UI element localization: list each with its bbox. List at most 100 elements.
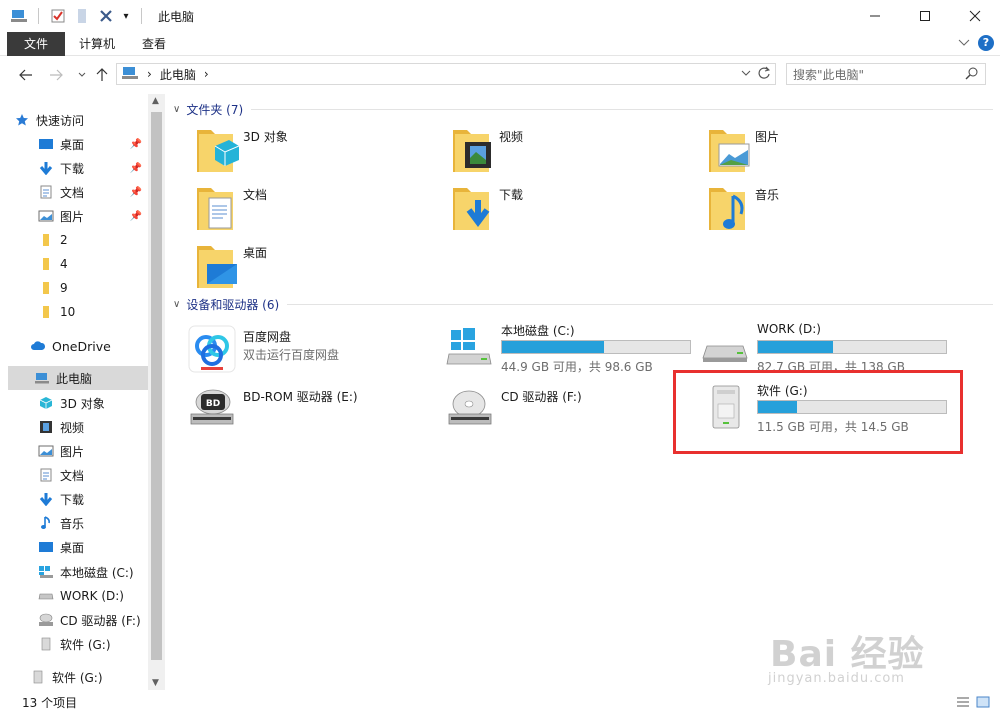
sidebar-item-label: 快速访问 [36,113,85,128]
back-button[interactable] [16,65,36,85]
refresh-icon[interactable] [757,66,771,83]
sidebar-item-drive-d[interactable]: WORK (D:) [38,584,148,608]
pin-icon[interactable]: 📌 [130,139,142,150]
device-drive-f[interactable]: CD 驱动器 (F:) [445,384,685,442]
scrollbar-thumb[interactable] [151,112,162,660]
tab-view[interactable]: 查看 [128,32,180,56]
close-button[interactable] [950,0,1000,32]
sidebar-item-label: 本地磁盘 (C:) [60,565,134,580]
device-drive-e[interactable]: BD BD-ROM 驱动器 (E:) [187,384,427,442]
breadcrumb: › 此电脑 › [147,66,209,83]
tab-file[interactable]: 文件 [7,32,65,56]
sidebar-item-pictures[interactable]: 图片 📌 [38,204,148,228]
search-input[interactable]: 搜索"此电脑" [786,63,986,85]
recent-locations-chevron-icon[interactable] [72,65,92,85]
address-bar[interactable]: › 此电脑 › [116,63,776,85]
pin-icon[interactable]: 📌 [130,211,142,222]
maximize-button[interactable] [900,0,950,32]
breadcrumb-separator-icon[interactable]: › [204,67,209,81]
breadcrumb-this-pc[interactable]: 此电脑 [160,66,196,83]
sidebar-item-drive-g[interactable]: 软件 (G:) [38,632,148,656]
address-history-chevron-icon[interactable] [741,66,751,83]
toolbar-divider [38,8,39,24]
sidebar-item-this-pc[interactable]: 此电脑 [8,366,148,390]
up-button[interactable] [92,65,112,85]
folder-documents[interactable]: 文档 [195,182,445,236]
folder-videos[interactable]: 视频 [451,124,701,178]
window-title: 此电脑 [158,9,195,24]
customize-toolbar-dropdown[interactable]: ▾ [121,7,131,25]
sidebar-item-desktop[interactable]: 桌面 📌 [38,132,148,156]
cd-drive-icon [38,612,54,628]
properties-icon[interactable] [49,7,67,25]
cloud-icon [30,338,46,354]
breadcrumb-separator-icon[interactable]: › [147,67,152,81]
film-icon [38,419,54,435]
device-drive-c[interactable]: 本地磁盘 (C:) 44.9 GB 可用，共 98.6 GB [445,322,695,380]
tab-computer[interactable]: 计算机 [66,32,128,56]
this-pc-icon [121,66,139,83]
folder-desktop[interactable]: 桌面 [195,240,445,294]
sidebar-item-folder-2[interactable]: 2 [38,228,148,252]
collapse-chevron-icon[interactable]: ∨ [173,299,180,310]
sidebar-item-desktop-pc[interactable]: 桌面 [38,535,148,559]
sidebar-item-folder-4[interactable]: 4 [38,252,148,276]
sidebar-item-folder-9[interactable]: 9 [38,276,148,300]
scroll-down-icon[interactable]: ▼ [152,678,159,688]
pin-icon[interactable]: 📌 [130,187,142,198]
sidebar-scrollbar[interactable]: ▲ ▼ [148,94,165,690]
sidebar-item-folder-10[interactable]: 10 [38,300,148,324]
forward-button[interactable] [46,65,66,85]
removable-drive-icon [38,636,54,652]
group-header-devices[interactable]: ∨ 设备和驱动器 (6) [173,295,993,313]
scroll-up-icon[interactable]: ▲ [152,96,159,106]
new-folder-icon[interactable] [73,7,91,25]
sidebar-item-drive-g-root[interactable]: 软件 (G:) [30,665,148,689]
sidebar-item-label: 下载 [60,161,85,176]
view-switcher [956,696,990,711]
search-icon[interactable] [965,66,979,83]
baidu-jingyan-watermark: Bai 经验 jingyan.baidu.com [760,605,960,695]
large-icons-view-icon[interactable] [976,696,990,711]
folder-3d-objects[interactable]: 3D 对象 [195,124,445,178]
sidebar-item-3d-objects[interactable]: 3D 对象 [38,391,148,415]
folder-pictures[interactable]: 图片 [707,124,957,178]
help-button[interactable]: ? [978,35,994,51]
sidebar-item-drive-f[interactable]: CD 驱动器 (F:) [38,608,148,632]
windows-drive-icon [446,328,492,365]
sidebar-item-music[interactable]: 音乐 [38,511,148,535]
sidebar-item-documents-pc[interactable]: 文档 [38,463,148,487]
bd-drive-icon: BD [190,389,234,425]
sidebar-item-label: 10 [60,305,76,319]
ribbon-controls: ? [958,35,994,51]
sidebar-item-downloads[interactable]: 下载 📌 [38,156,148,180]
sidebar-item-downloads-pc[interactable]: 下载 [38,487,148,511]
group-header-folders[interactable]: ∨ 文件夹 (7) [173,100,993,118]
star-icon [14,112,30,128]
collapse-chevron-icon[interactable]: ∨ [173,104,180,115]
device-baidu-netdisk[interactable]: 百度网盘 双击运行百度网盘 [187,324,427,382]
sidebar-item-videos[interactable]: 视频 [38,415,148,439]
pin-icon[interactable]: 📌 [130,163,142,174]
sidebar-item-label: 文档 [60,468,85,483]
sidebar-item-label: 视频 [60,420,85,435]
watermark-brand: Bai 经验 [770,634,925,675]
sidebar-item-documents[interactable]: 文档 📌 [38,180,148,204]
details-view-icon[interactable] [956,696,970,711]
folder-downloads[interactable]: 下载 [451,182,701,236]
delete-icon[interactable] [97,7,115,25]
sidebar-item-pictures-pc[interactable]: 图片 [38,439,148,463]
expand-ribbon-chevron-icon[interactable] [958,36,970,50]
minimize-button[interactable] [850,0,900,32]
picture-icon [38,208,54,224]
sidebar-item-onedrive[interactable]: OneDrive [30,334,148,358]
windows-drive-icon [38,564,54,580]
folder-music[interactable]: 音乐 [707,182,957,236]
folder-icon [38,280,54,296]
sidebar-item-drive-c[interactable]: 本地磁盘 (C:) [38,560,148,584]
bd-badge: BD [206,399,220,409]
folder-label: 图片 [755,130,780,144]
sidebar-item-quick-access[interactable]: 快速访问 [14,108,162,132]
sidebar-item-label: 2 [60,233,68,247]
device-description: 双击运行百度网盘 [243,348,340,362]
